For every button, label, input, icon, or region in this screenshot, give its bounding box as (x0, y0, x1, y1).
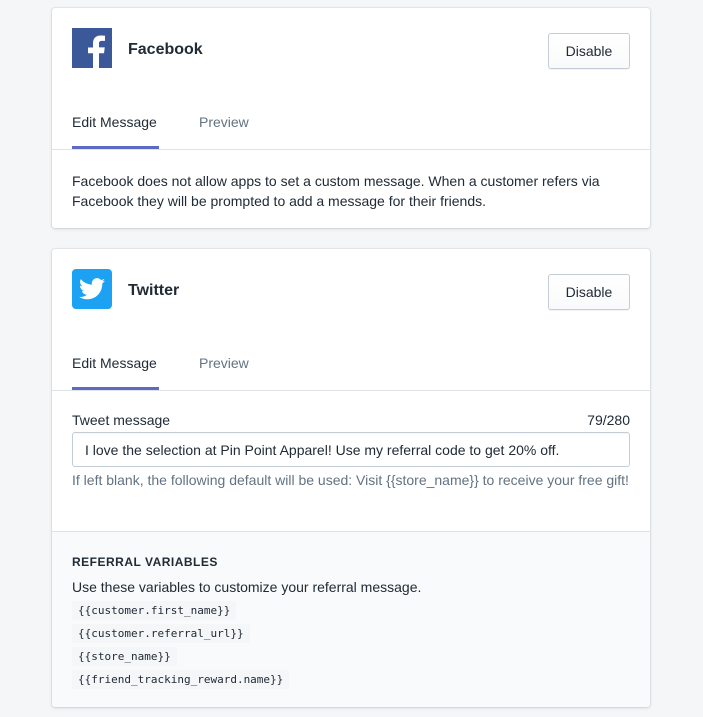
facebook-tab-preview[interactable]: Preview (199, 94, 259, 149)
tweet-message-label: Tweet message (72, 412, 171, 428)
facebook-card: Facebook Disable Edit Message Preview Fa… (52, 8, 650, 228)
referral-variables-description: Use these variables to customize your re… (72, 579, 422, 595)
facebook-disable-button[interactable]: Disable (548, 33, 630, 69)
referral-variables-section: REFERRAL VARIABLES Use these variables t… (52, 532, 650, 707)
tweet-form: Tweet message 79/280 If left blank, the … (52, 391, 650, 532)
facebook-title: Facebook (128, 41, 203, 58)
variable-customer-first-name: {{customer.first_name}} (72, 601, 237, 620)
twitter-title: Twitter (128, 282, 180, 299)
facebook-card-header: Facebook Disable (52, 8, 650, 94)
twitter-logo-icon (72, 269, 112, 309)
tweet-help-text: If left blank, the following default wil… (72, 472, 629, 488)
twitter-tab-edit-message[interactable]: Edit Message (72, 335, 159, 390)
twitter-disable-button[interactable]: Disable (548, 274, 630, 310)
twitter-card-header: Twitter Disable (52, 249, 650, 335)
variable-friend-tracking-reward-name: {{friend_tracking_reward.name}} (72, 670, 290, 689)
twitter-tab-preview[interactable]: Preview (199, 335, 259, 390)
facebook-message: Facebook does not allow apps to set a cu… (72, 173, 600, 209)
facebook-tabs: Edit Message Preview (52, 94, 650, 150)
character-count: 79/280 (587, 412, 630, 428)
facebook-logo-icon (72, 28, 112, 68)
twitter-tabs: Edit Message Preview (52, 335, 650, 391)
variable-store-name: {{store_name}} (72, 647, 177, 666)
variable-customer-referral-url: {{customer.referral_url}} (72, 624, 250, 643)
facebook-tab-edit-message[interactable]: Edit Message (72, 94, 159, 149)
twitter-card: Twitter Disable Edit Message Preview Twe… (52, 249, 650, 707)
referral-variables-heading: REFERRAL VARIABLES (72, 555, 218, 569)
referral-variables-list: {{customer.first_name}} {{customer.refer… (72, 601, 290, 693)
tweet-message-input[interactable] (72, 432, 630, 467)
